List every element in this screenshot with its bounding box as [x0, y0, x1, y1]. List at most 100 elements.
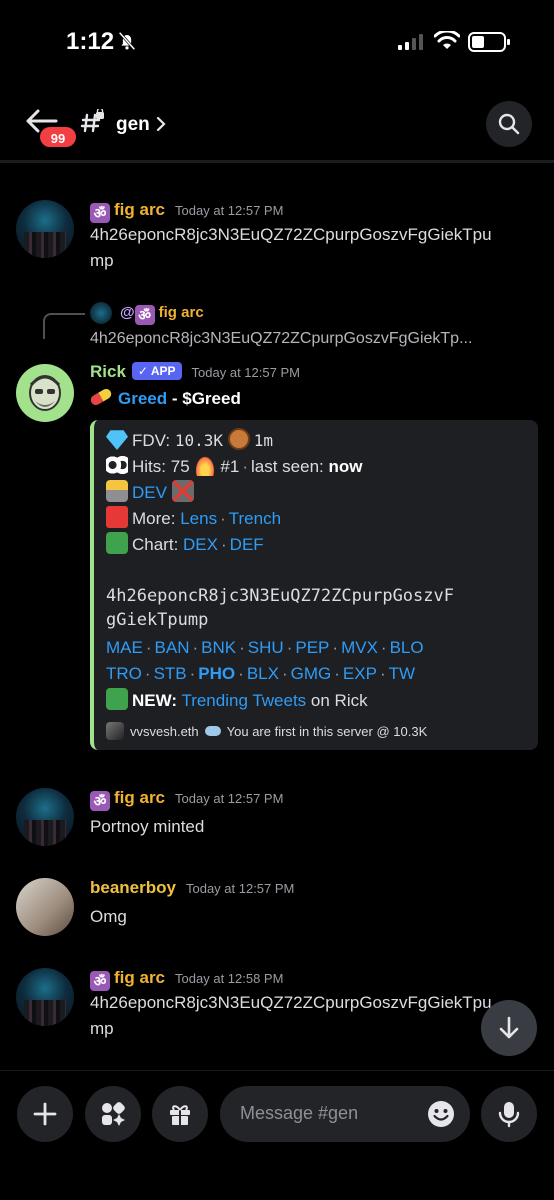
link-exp[interactable]: EXP: [343, 664, 377, 683]
message-timestamp: Today at 12:57 PM: [191, 365, 300, 380]
wifi-icon: [434, 31, 460, 49]
link-tro[interactable]: TRO: [106, 664, 142, 683]
channel-name[interactable]: gen: [116, 114, 150, 136]
message-author[interactable]: ॐ fig arc Today at 12:57 PM: [90, 788, 283, 811]
avatar[interactable]: [16, 364, 74, 422]
avatar[interactable]: [16, 968, 74, 1026]
emoji-picker-icon[interactable]: [426, 1099, 456, 1129]
links-row-1: MAE · BAN · BNK · SHU · PEP · MVX · BLO: [106, 638, 424, 657]
link-pep[interactable]: PEP: [295, 638, 329, 657]
link-blo[interactable]: BLO: [390, 638, 424, 657]
add-attachment-button[interactable]: [17, 1086, 73, 1142]
jump-to-bottom-button[interactable]: [481, 1000, 537, 1056]
chart-yen-icon: [106, 532, 128, 554]
header-divider: [0, 160, 554, 163]
link-blx[interactable]: BLX: [247, 664, 279, 683]
reply-connector: [43, 313, 85, 339]
gift-icon: [170, 1105, 190, 1125]
eyes-icon: [106, 454, 128, 476]
message-author[interactable]: ॐ fig arc Today at 12:57 PM: [90, 200, 283, 223]
chart-line: Chart: DEX · DEF: [106, 532, 264, 557]
om-emoji-icon: ॐ: [134, 305, 155, 325]
plus-icon: [33, 1102, 57, 1126]
message-item[interactable]: ॐ fig arc Today at 12:57 PM Portnoy minted: [0, 786, 554, 846]
cell-signal-icon: [398, 34, 423, 50]
contract-address[interactable]: 4h26eponcR8jc3N3EuQZ72ZCpurpGoszvF gGiekT…: [106, 584, 454, 632]
footer-avatar: [106, 722, 124, 740]
link-mae[interactable]: MAE: [106, 638, 143, 657]
rick-face-icon: [29, 375, 61, 411]
apps-button[interactable]: [85, 1086, 141, 1142]
token-link[interactable]: Greed: [118, 389, 167, 408]
message-item[interactable]: beanerboy Today at 12:57 PM Omg: [0, 876, 554, 936]
message-author[interactable]: beanerboy Today at 12:57 PM: [90, 878, 294, 898]
gem-icon: [106, 430, 128, 450]
more-line: More: Lens · Trench: [106, 506, 281, 531]
message-item[interactable]: ॐ fig arc Today at 12:58 PM 4h26eponcR8jc3…: [0, 966, 554, 1046]
bot-embed: FDV: 10.3K 1m Hits: 75 #1 · last seen: now…: [90, 420, 538, 750]
status-bar: 1:12: [0, 0, 554, 80]
link-pho[interactable]: PHO: [198, 664, 235, 683]
lens-link[interactable]: Lens: [180, 509, 217, 528]
pill-icon: [88, 387, 114, 407]
message-timestamp: Today at 12:57 PM: [175, 203, 284, 218]
fire-icon: [194, 454, 217, 476]
message-text: Omg: [90, 907, 127, 926]
om-emoji-icon: ॐ: [90, 203, 110, 223]
message-author[interactable]: ॐ fig arc Today at 12:58 PM: [90, 968, 283, 991]
message-timestamp: Today at 12:57 PM: [175, 791, 284, 806]
om-emoji-icon: ॐ: [90, 971, 110, 991]
channel-hash-lock-icon: [80, 109, 104, 133]
search-icon: [498, 113, 520, 135]
gift-button[interactable]: [152, 1086, 208, 1142]
chevron-right-icon[interactable]: [156, 116, 166, 132]
reply-author[interactable]: @ ॐ fig arc: [120, 304, 204, 325]
search-button[interactable]: [486, 101, 532, 147]
reply-preview-text[interactable]: 4h26eponcR8jc3N3EuQZ72ZCpurpGoszvFgGiekT…: [90, 330, 530, 348]
om-emoji-icon: ॐ: [90, 791, 110, 811]
message-author[interactable]: Rick ✓ APP Today at 12:57 PM: [90, 362, 300, 382]
links-row-2: TRO · STB · PHO · BLX · GMG · EXP · TW: [106, 664, 416, 683]
reply-avatar: [90, 302, 112, 324]
message-text: 4h26eponcR8jc3N3EuQZ72ZCpurpGoszvFgGiekT…: [90, 993, 492, 1038]
message-input[interactable]: Message #gen: [220, 1086, 470, 1142]
no-pill-icon: [171, 480, 194, 502]
avatar[interactable]: [16, 878, 74, 936]
message-placeholder: Message #gen: [240, 1103, 359, 1123]
link-ban[interactable]: BAN: [155, 638, 190, 657]
new-line: NEW: Trending Tweets on Rick: [106, 688, 368, 713]
apps-sparkle-icon: [102, 1102, 125, 1126]
channel-header: 99 gen: [0, 95, 554, 155]
avatar[interactable]: [16, 200, 74, 258]
composer-bar: Message #gen: [0, 1070, 554, 1200]
message-timestamp: Today at 12:58 PM: [175, 971, 284, 986]
status-time: 1:12: [66, 28, 115, 55]
dev-link[interactable]: DEV: [132, 483, 167, 502]
link-mvx[interactable]: MVX: [341, 638, 378, 657]
dash-icon: [204, 726, 221, 736]
technologist-icon: [106, 480, 128, 502]
link-tw[interactable]: TW: [389, 664, 415, 683]
def-link[interactable]: DEF: [230, 535, 264, 554]
dex-link[interactable]: DEX: [183, 535, 218, 554]
app-badge: ✓ APP: [131, 362, 182, 380]
link-shu[interactable]: SHU: [248, 638, 284, 657]
trench-link[interactable]: Trench: [229, 509, 281, 528]
message-timestamp: Today at 12:57 PM: [185, 881, 295, 896]
clock-icon: [227, 428, 250, 450]
sparkles-icon: [106, 688, 128, 710]
voice-message-button[interactable]: [481, 1086, 537, 1142]
trending-tweets-link[interactable]: Trending Tweets: [181, 691, 306, 710]
fdv-line: FDV: 10.3K 1m: [106, 428, 273, 453]
microphone-icon: [498, 1102, 520, 1128]
message-text: 4h26eponcR8jc3N3EuQZ72ZCpurpGoszvFgGiekT…: [90, 225, 492, 270]
link-gmg[interactable]: GMG: [291, 664, 332, 683]
message-title: Greed - $Greed: [88, 386, 241, 412]
link-stb[interactable]: STB: [154, 664, 187, 683]
bell-muted-icon: [118, 31, 136, 51]
message-text: Portnoy minted: [90, 817, 205, 836]
message-item[interactable]: ॐ fig arc Today at 12:57 PM 4h26eponcR8jc3…: [0, 198, 554, 278]
toolbox-icon: [106, 506, 128, 528]
link-bnk[interactable]: BNK: [201, 638, 236, 657]
avatar[interactable]: [16, 788, 74, 846]
